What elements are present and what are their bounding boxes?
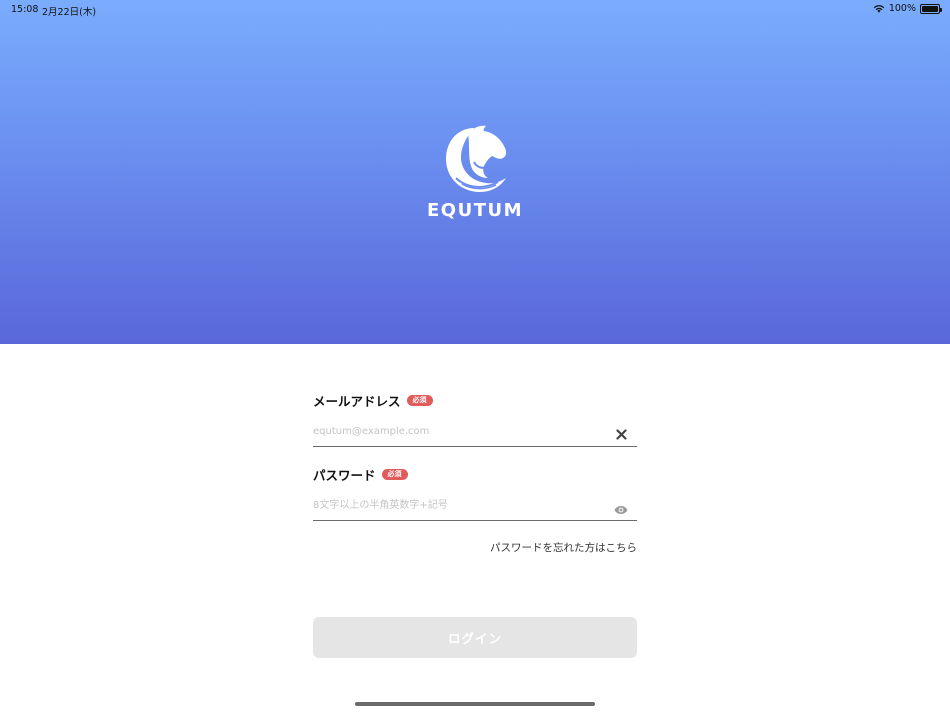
forgot-password-link[interactable]: パスワードを忘れた方はこちら — [490, 540, 637, 555]
status-date: 2月22日(木) — [42, 7, 97, 18]
email-input-row — [313, 417, 637, 447]
password-label-row: パスワード 必須 — [313, 465, 408, 484]
email-label: メールアドレス — [313, 394, 401, 409]
email-required-badge: 必須 — [406, 395, 433, 406]
password-field[interactable] — [313, 491, 603, 519]
login-button[interactable]: ログイン — [313, 617, 637, 658]
status-time: 15:08 — [11, 4, 39, 15]
email-field[interactable] — [313, 417, 603, 445]
password-input-row — [313, 491, 637, 521]
email-label-row: メールアドレス 必須 — [313, 391, 433, 410]
battery-percent: 100% — [888, 3, 916, 14]
battery-icon — [920, 3, 942, 14]
password-required-badge: 必須 — [381, 469, 408, 480]
home-indicator — [355, 702, 595, 706]
login-form: メールアドレス 必須 パスワード 必須 パスワードを忘れた方はこちら — [313, 0, 637, 712]
close-icon[interactable] — [616, 425, 627, 444]
wifi-icon — [873, 4, 885, 13]
eye-icon[interactable] — [614, 500, 628, 519]
password-label: パスワード — [313, 468, 376, 483]
status-right: 100% — [873, 3, 942, 14]
